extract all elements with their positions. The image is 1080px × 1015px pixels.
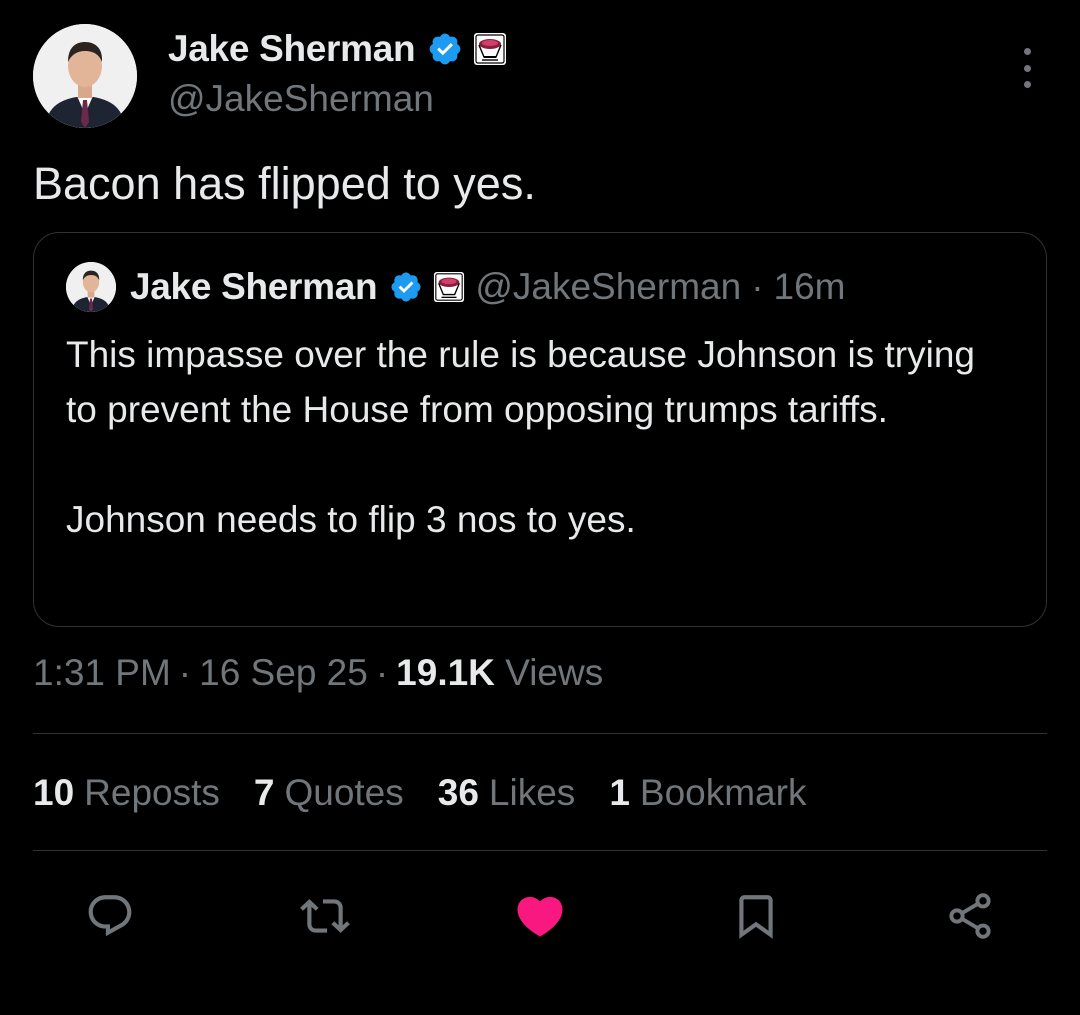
tweet-meta: 1:31 PM · 16 Sep 25 · 19.1K Views [33,652,603,694]
stat-count: 36 [437,772,479,813]
quoted-tweet-text: This impasse over the rule is because Jo… [66,327,1016,547]
action-bar [0,886,1080,946]
quoted-tweet-card[interactable]: Jake Sherman @JakeSherman · 16m This imp… [33,232,1047,627]
share-icon [949,893,991,939]
tweet-time: 1:31 PM [33,652,171,693]
quoted-author-name: Jake Sherman [130,266,378,307]
quoted-author-handle: @JakeSherman [475,266,742,307]
stat-likes[interactable]: 36 Likes [438,772,576,814]
repost-icon [300,899,350,933]
divider [33,733,1047,734]
stat-label: Bookmark [639,772,807,813]
views-count[interactable]: 19.1K [396,652,495,693]
tweet-detail: Jake Sherman @JakeSherman Bacon has flip… [0,0,1080,1015]
repost-button[interactable] [295,886,355,946]
like-button[interactable] [510,886,570,946]
bookmark-button[interactable] [726,886,786,946]
quoted-paragraph: This impasse over the rule is because Jo… [66,334,975,430]
verified-badge-icon [391,272,421,302]
dot [1023,64,1031,72]
quoted-tweet-time: 16m [773,266,846,307]
separator: · [178,652,192,693]
stat-label: Quotes [284,772,404,813]
share-button[interactable] [940,886,1000,946]
separator: · [751,266,764,307]
quoted-tweet-header: Jake Sherman @JakeSherman · 16m [66,262,846,312]
dot [1023,48,1031,55]
divider [33,850,1047,851]
stat-reposts[interactable]: 10 Reposts [33,772,220,814]
more-options-icon[interactable] [1012,48,1042,88]
reply-icon [88,895,132,937]
dot [1023,81,1031,88]
tweet-date: 16 Sep 25 [199,652,368,693]
affiliation-badge-icon[interactable] [473,32,507,66]
quoted-paragraph: Johnson needs to flip 3 nos to yes. [66,499,636,540]
author-avatar[interactable] [33,24,137,128]
stat-count: 1 [609,772,630,813]
separator: · [375,652,389,693]
engagement-stats: 10 Reposts 7 Quotes 36 Likes 1 Bookmark [33,772,840,814]
stat-quotes[interactable]: 7 Quotes [254,772,404,814]
bookmark-icon [739,895,773,939]
views-label[interactable]: Views [505,652,603,693]
verified-badge-icon[interactable] [427,31,463,67]
quoted-author-avatar [66,262,116,312]
author-name-row: Jake Sherman [168,26,507,72]
tweet-text: Bacon has flipped to yes. [33,158,536,209]
stat-label: Reposts [84,772,220,813]
stat-bookmarks[interactable]: 1 Bookmark [609,772,806,814]
author-handle[interactable]: @JakeSherman [168,78,434,120]
reply-button[interactable] [80,886,140,946]
stat-count: 10 [33,772,75,813]
stat-label: Likes [488,772,576,813]
stat-count: 7 [253,772,275,813]
heart-icon [517,896,563,937]
author-display-name[interactable]: Jake Sherman [168,28,416,70]
affiliation-badge-icon [434,271,465,303]
